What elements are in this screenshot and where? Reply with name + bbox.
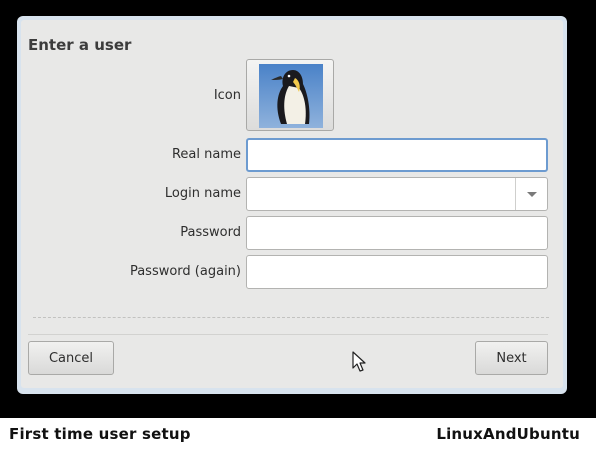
password-again-input[interactable] bbox=[247, 256, 547, 288]
caption-left: First time user setup bbox=[9, 425, 191, 443]
chevron-down-icon bbox=[526, 191, 537, 197]
screen: Enter a user Icon Real name Login name P… bbox=[0, 0, 596, 418]
next-button[interactable]: Next bbox=[475, 341, 548, 375]
password-input[interactable] bbox=[247, 217, 547, 249]
password-field[interactable] bbox=[246, 216, 548, 250]
login-name-combo[interactable] bbox=[246, 177, 548, 211]
password-again-field[interactable] bbox=[246, 255, 548, 289]
dashed-divider bbox=[33, 317, 549, 318]
dialog-title: Enter a user bbox=[28, 36, 132, 54]
login-name-dropdown-button[interactable] bbox=[515, 178, 547, 210]
penguin-icon bbox=[259, 64, 323, 128]
caption-right: LinuxAndUbuntu bbox=[436, 425, 580, 443]
cancel-button[interactable]: Cancel bbox=[28, 341, 114, 375]
password-label: Password bbox=[180, 225, 241, 240]
login-name-label: Login name bbox=[164, 186, 241, 201]
password-again-label: Password (again) bbox=[129, 264, 241, 279]
button-bar-divider bbox=[28, 334, 548, 335]
user-icon-button[interactable] bbox=[246, 59, 334, 131]
dialog-body: Enter a user Icon Real name Login name P… bbox=[21, 20, 563, 388]
icon-label: Icon bbox=[213, 88, 241, 103]
real-name-input[interactable] bbox=[248, 140, 546, 170]
mouse-cursor-icon bbox=[352, 351, 368, 373]
real-name-field[interactable] bbox=[246, 138, 548, 172]
login-name-input[interactable] bbox=[247, 178, 515, 210]
setup-dialog: Enter a user Icon Real name Login name P… bbox=[17, 16, 567, 394]
real-name-label: Real name bbox=[171, 147, 241, 162]
